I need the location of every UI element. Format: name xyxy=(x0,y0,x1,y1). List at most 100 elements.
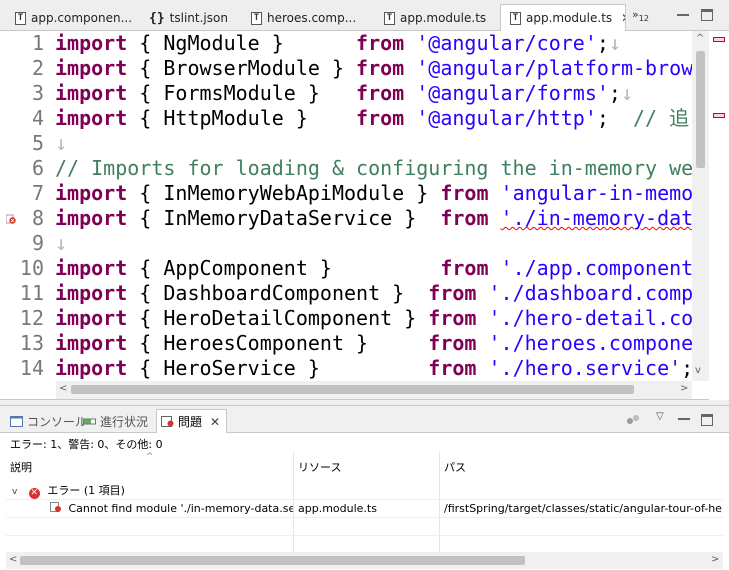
scroll-thumb[interactable] xyxy=(696,51,705,168)
maximize-icon[interactable] xyxy=(701,414,713,426)
close-icon[interactable]: ✕ xyxy=(210,415,220,429)
line-number: 9 xyxy=(31,231,44,255)
code-string: 'angular-in-memo xyxy=(500,181,692,205)
problem-description: Cannot find module './in-memory-data.ser xyxy=(68,502,294,515)
column-header-path[interactable]: パス xyxy=(440,452,723,482)
editor-tab-app-module[interactable]: T app.module.ts xyxy=(375,5,499,31)
code-line[interactable]: 12 import { HeroDetailComponent } from '.… xyxy=(18,306,692,331)
scroll-thumb[interactable] xyxy=(71,385,634,394)
editor-tab-tslint[interactable]: {} tslint.json xyxy=(140,5,240,31)
eol-marker: ↓ xyxy=(608,31,621,55)
editor-tab-label: app.module.ts xyxy=(400,11,487,25)
code-keyword: from xyxy=(428,306,477,330)
column-header-resource[interactable]: リソース xyxy=(294,452,440,482)
overview-error-mark[interactable] xyxy=(713,37,725,42)
tab-overflow-button[interactable]: »12 xyxy=(632,8,649,23)
close-icon[interactable]: ✕ xyxy=(621,11,625,25)
scroll-thumb[interactable] xyxy=(20,556,525,565)
column-header-description[interactable]: 説明 ^ xyxy=(6,452,294,482)
code-line[interactable]: 13 import { HeroesComponent } from './her… xyxy=(18,331,692,356)
eol-marker: ↓ xyxy=(620,81,633,105)
tab-label: 問題 xyxy=(178,415,203,429)
minimize-icon[interactable] xyxy=(678,413,690,420)
code-string: '@angular/http' xyxy=(416,106,597,130)
editor-tab-heroes-component[interactable]: T heroes.comp... xyxy=(242,5,370,31)
code-line[interactable]: 5 ↓ xyxy=(18,131,692,156)
code-text: { AppComponent } xyxy=(127,256,441,280)
expand-chevron-icon[interactable]: v xyxy=(12,487,17,497)
table-header: 説明 ^ リソース パス xyxy=(6,452,723,482)
error-marker-icon[interactable] xyxy=(6,214,16,224)
tab-problems[interactable]: 問題 ✕ xyxy=(156,409,228,433)
code-line[interactable]: 2 import { BrowserModule } from '@angular… xyxy=(18,56,692,81)
chevron-down-icon[interactable]: ▽ xyxy=(656,411,664,422)
file-error-icon xyxy=(50,502,61,512)
line-number: 7 xyxy=(31,181,44,205)
tab-console[interactable]: コンソール xyxy=(10,410,87,432)
code-string: '@angular/forms' xyxy=(416,81,609,105)
editor-tab-app-component[interactable]: T app.componen... xyxy=(6,5,138,31)
line-number: 2 xyxy=(31,56,44,80)
typescript-file-icon: T xyxy=(15,11,26,25)
table-row-group[interactable]: v ✕ エラー (1 項目) xyxy=(6,482,723,500)
code-text: ; xyxy=(596,31,609,55)
editor-tab-label: tslint.json xyxy=(169,11,228,25)
code-keyword: import xyxy=(55,256,128,280)
table-row-empty xyxy=(6,518,723,536)
code-line[interactable]: 6 // Imports for loading & configuring th… xyxy=(18,156,692,181)
code-text: { HeroService } xyxy=(127,356,429,380)
code-line[interactable]: 1 import { NgModule } from '@angular/core… xyxy=(18,31,692,56)
scroll-right-icon[interactable]: > xyxy=(711,554,719,565)
editor-vertical-scrollbar[interactable]: ^ v xyxy=(692,31,709,381)
scroll-up-icon[interactable]: ^ xyxy=(696,33,704,44)
group-label: エラー (1 項目) xyxy=(47,484,125,497)
code-string: './hero-detail.com xyxy=(488,306,693,330)
line-number: 11 xyxy=(19,281,44,305)
console-icon xyxy=(10,415,23,427)
editor-tab-app-module-active[interactable]: T app.module.ts ✕ xyxy=(500,4,626,31)
line-number: 8 xyxy=(31,206,44,230)
code-keyword: from xyxy=(428,356,477,380)
problems-icon xyxy=(161,416,174,427)
overview-error-mark[interactable] xyxy=(713,113,725,118)
code-line[interactable]: 10 import { AppComponent } from './app.co… xyxy=(18,256,692,281)
code-keyword: import xyxy=(55,31,128,55)
code-string: './hero.service' xyxy=(488,356,682,380)
code-text: { HeroesComponent } xyxy=(127,331,429,355)
code-text: ; xyxy=(681,356,692,380)
panel-horizontal-scrollbar[interactable]: < > xyxy=(6,552,723,569)
scroll-down-icon[interactable]: v xyxy=(695,365,701,376)
code-line[interactable]: 4 import { HttpModule } from '@angular/ht… xyxy=(18,106,692,131)
problems-summary: エラー: 1、警告: 0、その他: 0 xyxy=(10,438,163,451)
line-number: 1 xyxy=(31,31,44,55)
code-keyword: import xyxy=(55,56,128,80)
code-editor[interactable]: 1 import { NgModule } from '@angular/core… xyxy=(0,31,729,400)
tab-progress[interactable]: 進行状況 xyxy=(83,410,148,432)
table-row[interactable]: Cannot find module './in-memory-data.ser… xyxy=(6,500,723,518)
panel-tab-bar: コンソール 進行状況 問題 ✕ ▽ xyxy=(0,406,729,433)
view-menu-dots-icon[interactable] xyxy=(626,413,642,425)
code-text: { DashboardComponent } xyxy=(127,281,429,305)
minimize-icon[interactable] xyxy=(677,9,689,16)
code-line[interactable]: 11 import { DashboardComponent } from './… xyxy=(18,281,692,306)
code-line[interactable]: 7 import { InMemoryWebApiModule } from 'a… xyxy=(18,181,692,206)
code-line[interactable]: 9 ↓ xyxy=(18,231,692,256)
code-line[interactable]: 14 import { HeroService } from './hero.se… xyxy=(18,356,692,381)
code-line[interactable]: 8 import { InMemoryDataService } from './… xyxy=(18,206,692,231)
code-keyword: from xyxy=(428,281,477,305)
maximize-icon[interactable] xyxy=(701,9,713,21)
editor-horizontal-scrollbar[interactable]: < > xyxy=(56,381,692,399)
scroll-left-icon[interactable]: < xyxy=(9,554,17,565)
code-line[interactable]: 3 import { FormsModule } from '@angular/f… xyxy=(18,81,692,106)
problems-table[interactable]: 説明 ^ リソース パス v ✕ エラー (1 項目) Cannot find … xyxy=(6,452,723,554)
line-number: 6 xyxy=(31,156,44,180)
scroll-left-icon[interactable]: < xyxy=(59,383,67,394)
code-keyword: from xyxy=(356,31,405,55)
code-keyword: import xyxy=(55,306,128,330)
scroll-right-icon[interactable]: > xyxy=(680,383,688,394)
